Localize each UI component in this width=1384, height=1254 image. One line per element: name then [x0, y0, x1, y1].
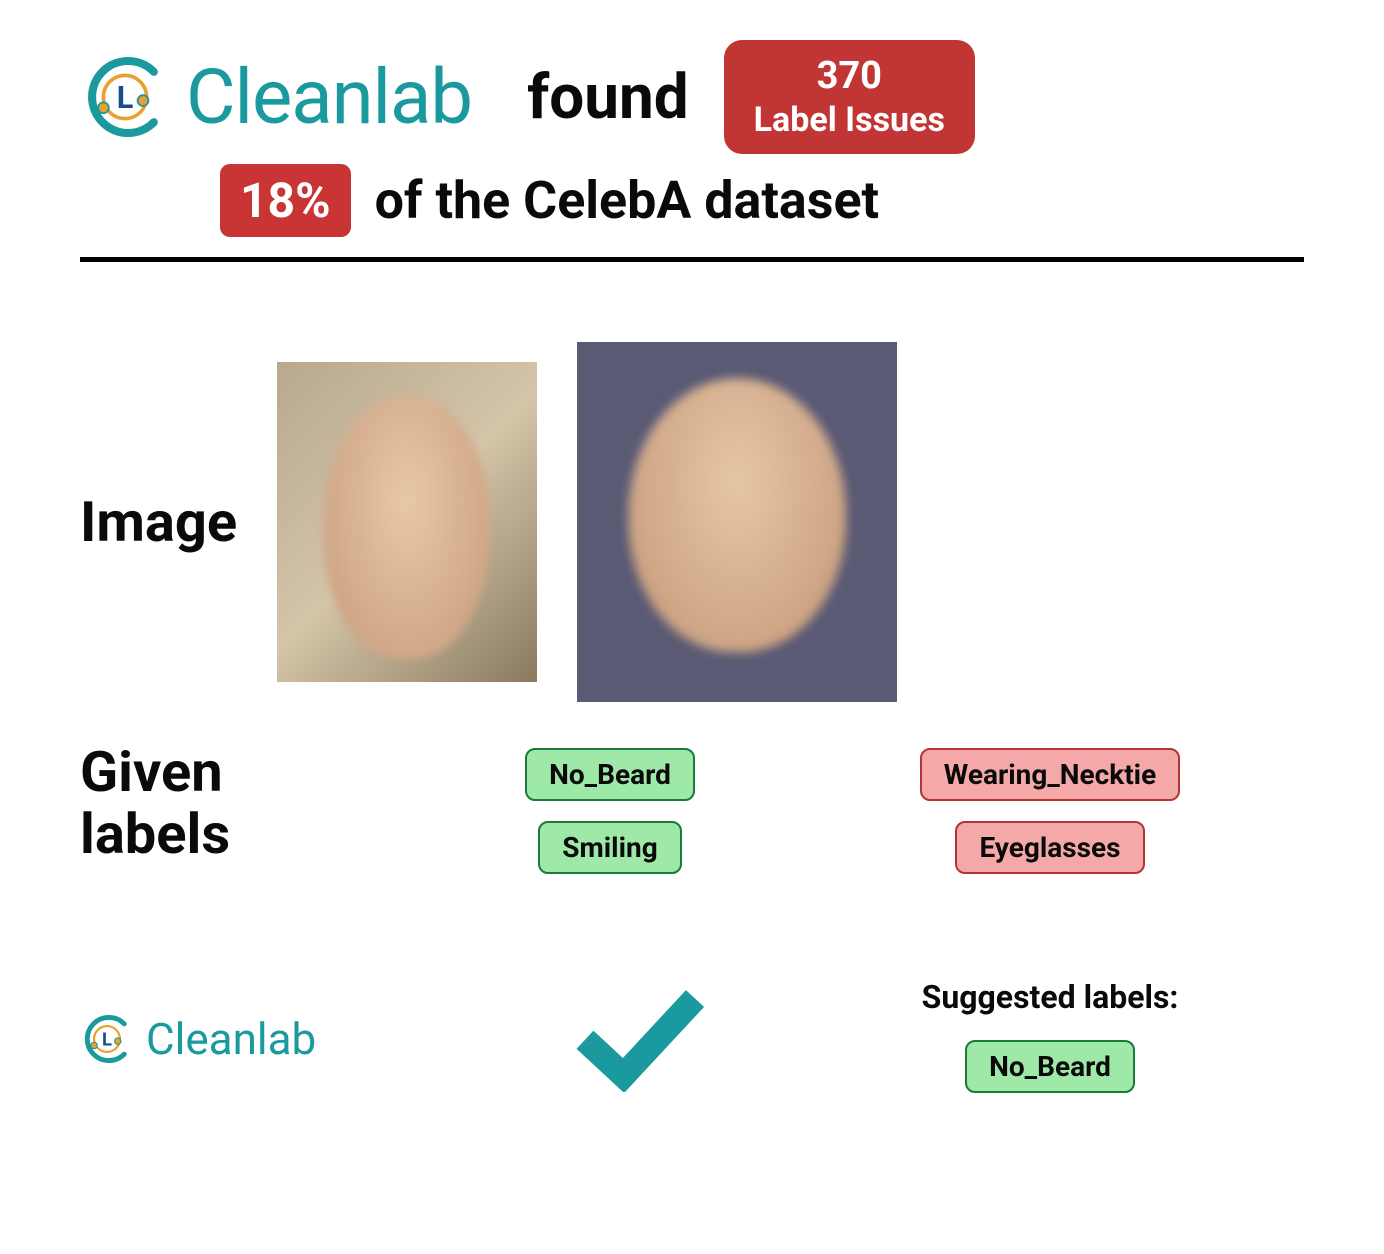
svg-text:L: L — [117, 81, 134, 116]
face-image-placeholder — [277, 362, 537, 682]
header: L Cleanlab found 370 Label Issues — [80, 40, 1304, 154]
svg-text:L: L — [102, 1029, 112, 1050]
label-chip: Eyeglasses — [955, 821, 1144, 874]
issues-count: 370 — [754, 54, 945, 100]
cleanlab-result-row: L Cleanlab Suggested labels: No_Beard — [80, 978, 1304, 1099]
example-image-2 — [577, 342, 897, 702]
cleanlab-logo-text: Cleanlab — [186, 52, 472, 142]
label-chip: No_Beard — [965, 1040, 1135, 1093]
suggested-labels-heading: Suggested labels: — [840, 978, 1260, 1016]
example-1-given-labels: No_Beard Smiling — [420, 742, 800, 888]
label-chip: No_Beard — [525, 748, 695, 801]
label-chip: Wearing_Necktie — [920, 748, 1180, 801]
issues-label: Label Issues — [754, 100, 945, 141]
cleanlab-logo-small: L Cleanlab — [80, 1012, 440, 1066]
found-text: found — [527, 61, 689, 134]
example-2-result: Suggested labels: No_Beard — [840, 978, 1260, 1099]
example-2-given-labels: Wearing_Necktie Eyeglasses — [840, 742, 1260, 888]
checkmark-icon — [570, 982, 710, 1092]
percent-badge: 18% — [220, 164, 351, 237]
face-image-placeholder — [577, 342, 897, 702]
cleanlab-logo-icon: L — [80, 52, 170, 142]
subheader: 18% of the CelebA dataset — [220, 164, 1304, 237]
divider — [80, 257, 1304, 262]
cleanlab-logo-icon: L — [80, 1012, 134, 1066]
given-labels-line2: labels — [80, 801, 230, 867]
image-row: Image — [80, 342, 1304, 702]
image-row-label: Image — [80, 492, 237, 554]
given-labels-row-label: Given labels — [80, 742, 380, 865]
subheader-text: of the CelebA dataset — [375, 170, 880, 231]
cleanlab-logo-text: Cleanlab — [146, 1013, 316, 1065]
issues-badge: 370 Label Issues — [724, 40, 975, 154]
given-labels-line1: Given — [80, 739, 223, 805]
cleanlab-logo: L Cleanlab — [80, 52, 472, 142]
example-1-result — [480, 982, 800, 1096]
given-labels-row: Given labels No_Beard Smiling Wearing_Ne… — [80, 742, 1304, 888]
example-image-1 — [277, 362, 537, 682]
label-chip: Smiling — [538, 821, 681, 874]
